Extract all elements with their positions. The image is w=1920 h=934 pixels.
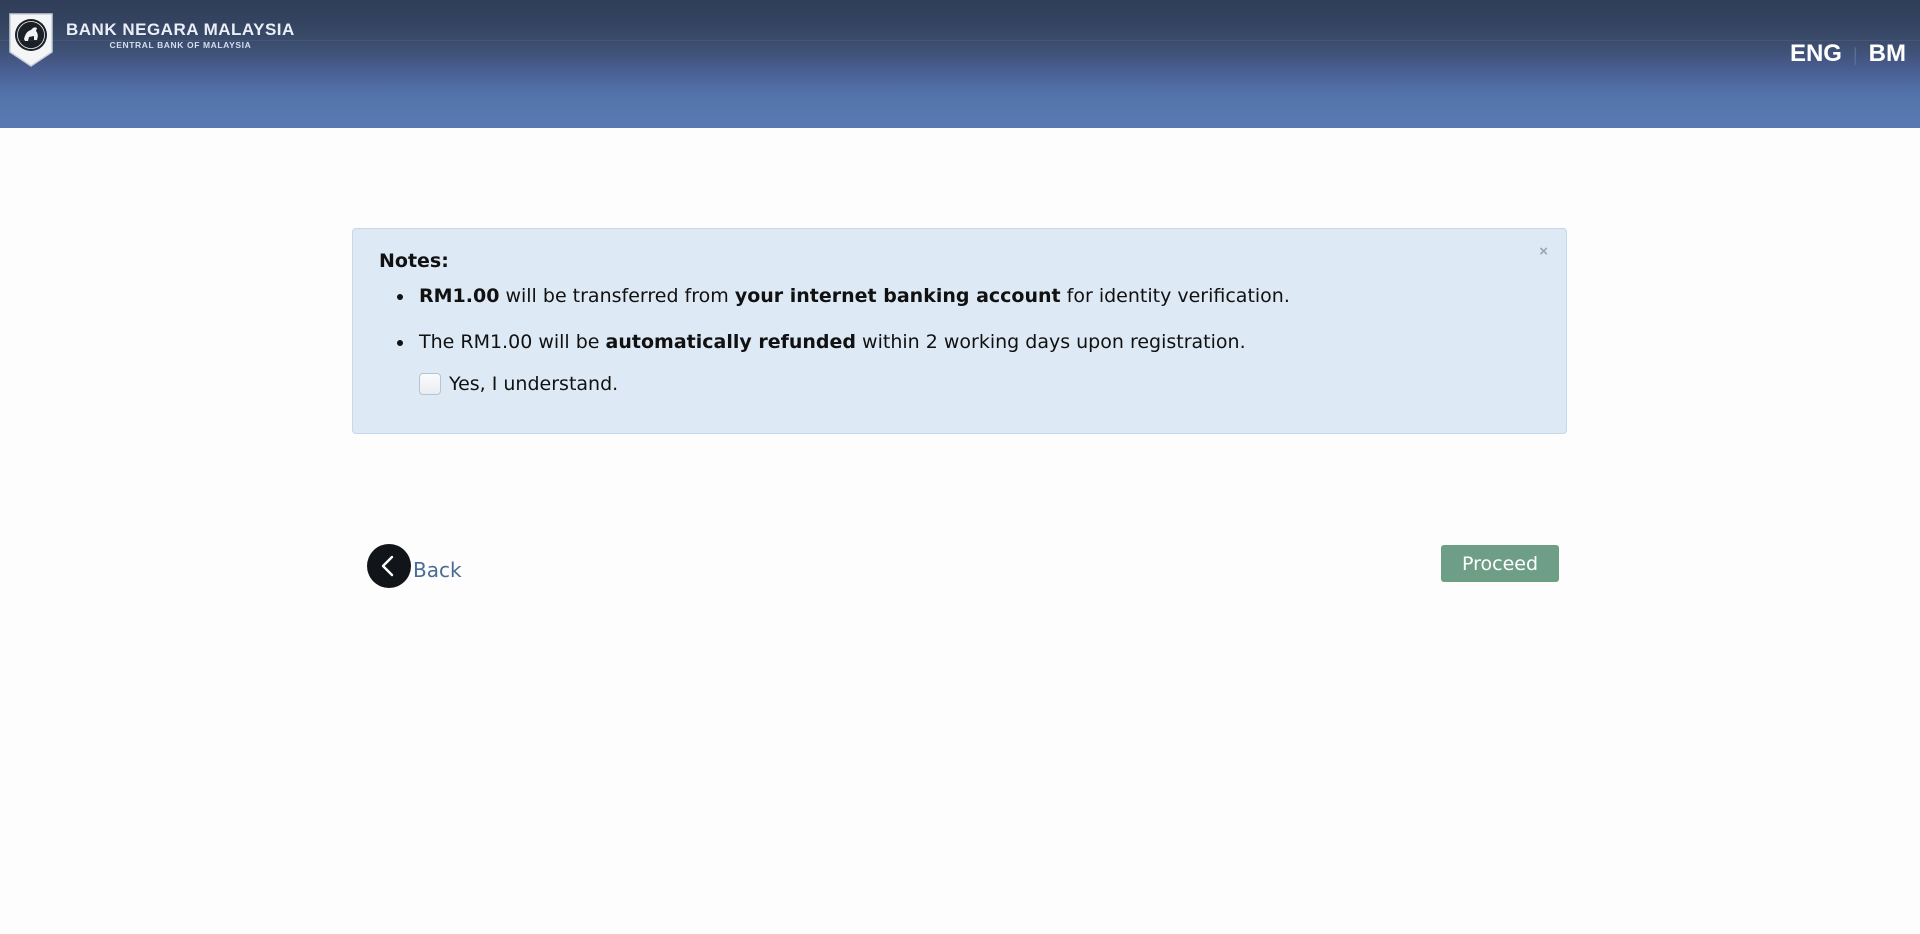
notes-title: Notes: [379,250,449,272]
note-refund: The RM1.00 will be automatically refunde… [392,330,1540,354]
note-account: your internet banking account [734,285,1061,307]
proceed-button[interactable]: Proceed [1441,545,1559,582]
site-header: BANK NEGARA MALAYSIA CENTRAL BANK OF MAL… [0,0,1920,128]
note-amount: RM1.00 [419,285,500,307]
lang-separator: | [1852,45,1858,65]
logo-title: BANK NEGARA MALAYSIA [66,20,295,39]
language-switcher: ENG | BM [1790,40,1906,68]
notes-alert: × Notes: RM1.00 will be transferred from… [352,228,1567,434]
lang-eng-link[interactable]: ENG [1790,40,1842,68]
note-refund-text-a: The RM1.00 will be [419,331,606,353]
note-transfer-text-b: for identity verification. [1060,285,1290,307]
notes-list: RM1.00 will be transferred from your int… [392,284,1540,354]
chevron-left-icon[interactable] [367,544,411,588]
bnm-crest-icon [8,12,54,68]
understand-confirmation[interactable]: Yes, I understand. [419,373,1540,395]
back-link[interactable]: Back [367,544,462,588]
note-transfer: RM1.00 will be transferred from your int… [392,284,1540,308]
understand-checkbox[interactable] [419,373,441,395]
bnm-logo[interactable]: BANK NEGARA MALAYSIA CENTRAL BANK OF MAL… [8,12,295,68]
back-label[interactable]: Back [413,558,462,582]
understand-label[interactable]: Yes, I understand. [449,373,618,395]
close-icon[interactable]: × [1539,243,1548,260]
note-refund-text-b: within 2 working days upon registration. [856,331,1246,353]
note-refund-emphasis: automatically refunded [605,331,857,353]
lang-bm-link[interactable]: BM [1869,40,1906,68]
note-transfer-text-a: will be transferred from [499,285,735,307]
logo-subtitle: CENTRAL BANK OF MALAYSIA [109,40,252,50]
